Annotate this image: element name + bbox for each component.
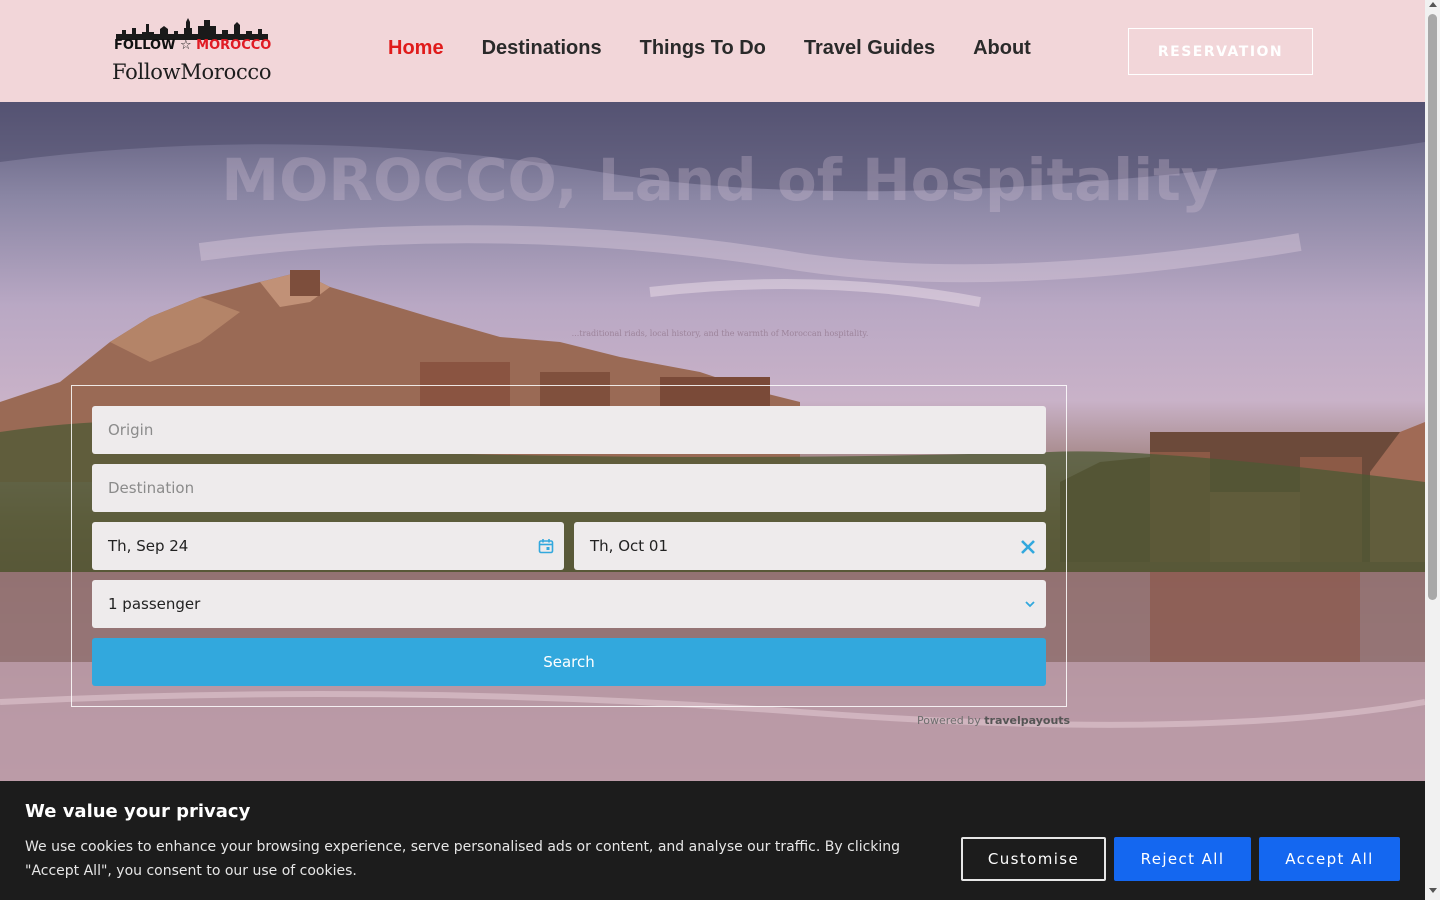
nav-destinations[interactable]: Destinations	[482, 37, 602, 60]
scroll-down-arrow[interactable]	[1429, 888, 1437, 893]
destination-input[interactable]: Destination	[92, 464, 1046, 512]
scroll-up-arrow[interactable]	[1429, 2, 1437, 7]
logo-badge: FOLLOW ☆ MOROCCO	[114, 38, 272, 53]
close-icon[interactable]	[1020, 539, 1036, 555]
nav-home[interactable]: Home	[388, 37, 444, 60]
cookie-banner: We value your privacy We use cookies to …	[0, 781, 1425, 900]
chevron-down-icon	[1025, 601, 1035, 608]
depart-date-value: Th, Sep 24	[108, 537, 189, 555]
scroll-thumb[interactable]	[1428, 14, 1437, 600]
depart-date-input[interactable]: Th, Sep 24	[92, 522, 564, 570]
site-header: FOLLOW ☆ MOROCCO FollowMorocco Home Dest…	[0, 0, 1425, 102]
powered-by[interactable]: Powered by travelpayouts	[917, 714, 1070, 727]
reservation-button[interactable]: RESERVATION	[1128, 28, 1313, 75]
nav-things-to-do[interactable]: Things To Do	[640, 37, 766, 60]
origin-input[interactable]: Origin	[92, 406, 1046, 454]
return-date-input[interactable]: Th, Oct 01	[574, 522, 1046, 570]
page-scrollbar[interactable]	[1425, 0, 1440, 900]
customise-button[interactable]: Customise	[961, 837, 1106, 881]
main-nav: Home Destinations Things To Do Travel Gu…	[388, 37, 1031, 60]
hero-title: MOROCCO, Land of Hospitality	[221, 146, 1219, 214]
passengers-select[interactable]: 1 passenger	[92, 580, 1046, 628]
cookie-title: We value your privacy	[25, 801, 251, 822]
reject-all-button[interactable]: Reject All	[1114, 837, 1251, 881]
skyline-icon	[116, 18, 268, 40]
site-logo[interactable]: FOLLOW ☆ MOROCCO FollowMorocco	[112, 16, 282, 86]
accept-all-button[interactable]: Accept All	[1259, 837, 1400, 881]
search-button[interactable]: Search	[92, 638, 1046, 686]
passengers-value: 1 passenger	[108, 595, 201, 613]
nav-about[interactable]: About	[973, 37, 1031, 60]
calendar-icon[interactable]	[538, 538, 554, 554]
logo-name: FollowMorocco	[112, 60, 272, 84]
nav-travel-guides[interactable]: Travel Guides	[804, 37, 935, 60]
hero-subtitle: ...traditional riads, local history, and…	[571, 329, 869, 338]
cookie-text: We use cookies to enhance your browsing …	[25, 839, 901, 879]
return-date-value: Th, Oct 01	[590, 537, 668, 555]
